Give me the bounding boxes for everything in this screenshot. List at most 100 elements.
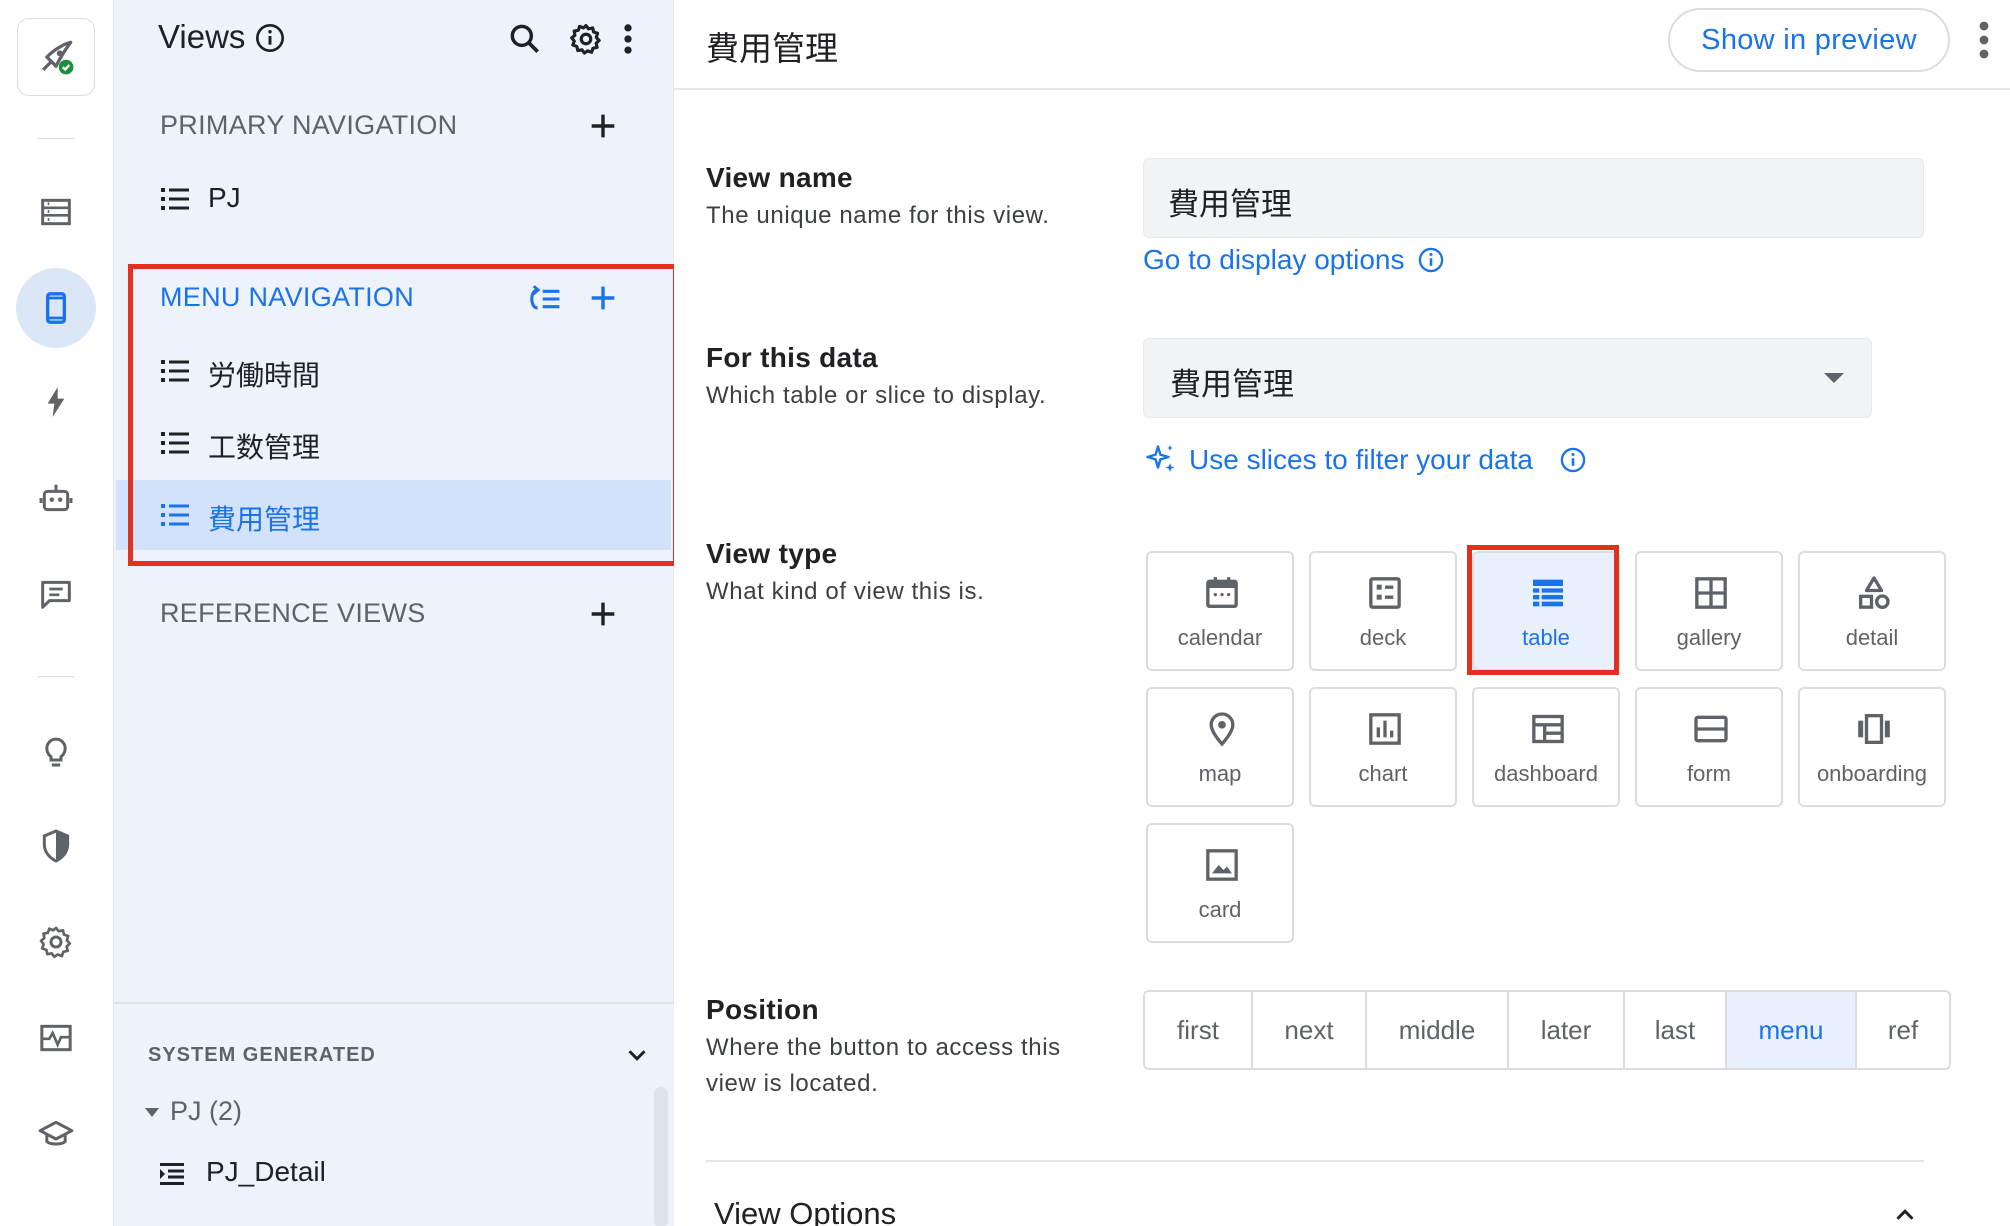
view-type-label: map	[1198, 761, 1242, 786]
search-icon[interactable]	[506, 20, 544, 58]
info-icon[interactable]	[254, 22, 286, 54]
dropdown-caret-icon	[1824, 373, 1844, 383]
view-name-input[interactable]: 費用管理	[1143, 158, 1924, 238]
view-type-dashboard[interactable]: dashboard	[1472, 687, 1620, 807]
rail-settings-button[interactable]	[16, 902, 96, 982]
rail-data-button[interactable]	[16, 172, 96, 252]
view-type-gallery[interactable]: gallery	[1635, 551, 1783, 671]
views-panel: Views PRIMARY NAVIGATION PJ MENU NAVIGAT…	[114, 0, 678, 1226]
nav-item-pj[interactable]: PJ	[116, 164, 671, 234]
position-title: Position	[706, 994, 819, 1025]
rail-chat-button[interactable]	[16, 554, 96, 634]
rail-divider	[38, 138, 74, 139]
for-this-data-desc: Which table or slice to display.	[706, 382, 1047, 409]
rail-bot-button[interactable]	[16, 458, 96, 538]
deck-icon	[1369, 577, 1401, 609]
editor-title: 費用管理	[706, 30, 838, 67]
add-reference-view-icon[interactable]	[586, 597, 620, 631]
calendar-icon	[1206, 577, 1238, 608]
chevron-up-icon[interactable]	[1890, 1200, 1920, 1226]
views-panel-header: Views	[114, 0, 674, 80]
rail-automation-button[interactable]	[16, 362, 96, 442]
system-item-label: PJ_Detail	[206, 1156, 326, 1187]
system-generated-label: SYSTEM GENERATED	[148, 1044, 376, 1066]
rail-divider	[38, 676, 74, 677]
view-type-label: gallery	[1676, 625, 1742, 650]
rail-learn-button[interactable]	[16, 1094, 96, 1174]
more-vert-icon[interactable]	[1974, 20, 1994, 60]
position-next[interactable]: next	[1253, 992, 1367, 1068]
detail-list-icon	[160, 1163, 184, 1185]
view-type-label: chart	[1358, 761, 1408, 786]
map-pin-icon	[1209, 712, 1235, 747]
editor-topbar: 費用管理 Show in preview	[674, 0, 2010, 90]
view-type-chart[interactable]: chart	[1309, 687, 1457, 807]
phone-views-icon	[46, 292, 66, 324]
views-panel-title: Views	[158, 18, 246, 55]
view-type-onboarding[interactable]: onboarding	[1798, 687, 1946, 807]
system-tree-pj[interactable]: PJ (2)	[130, 1094, 530, 1134]
bolt-icon	[47, 387, 65, 417]
position-middle[interactable]: middle	[1367, 992, 1509, 1068]
for-this-data-title: For this data	[706, 342, 878, 373]
gear-icon[interactable]	[567, 20, 605, 58]
view-type-label: onboarding	[1816, 761, 1928, 786]
carousel-icon	[1858, 714, 1890, 744]
link-label: Go to display options	[1143, 244, 1405, 275]
data-source-select[interactable]: 費用管理	[1143, 338, 1872, 418]
position-first[interactable]: first	[1145, 992, 1253, 1068]
rail-ideas-button[interactable]	[16, 710, 96, 790]
view-type-calendar[interactable]: calendar	[1146, 551, 1294, 671]
nav-item-label: PJ	[208, 182, 241, 213]
view-options-title[interactable]: View Options	[714, 1196, 896, 1226]
position-later[interactable]: later	[1509, 992, 1625, 1068]
view-type-detail[interactable]: detail	[1798, 551, 1946, 671]
view-type-card[interactable]: card	[1146, 823, 1294, 943]
image-card-icon	[1206, 849, 1238, 881]
system-tree-label: PJ (2)	[170, 1096, 243, 1126]
bot-icon	[39, 484, 73, 512]
info-icon[interactable]	[1417, 246, 1445, 274]
rail-monitor-button[interactable]	[16, 998, 96, 1078]
go-to-display-options-link[interactable]: Go to display options	[1143, 244, 1445, 276]
gallery-grid-icon	[1695, 577, 1727, 609]
view-name-desc: The unique name for this view.	[706, 202, 1050, 229]
view-type-map[interactable]: map	[1146, 687, 1294, 807]
monitor-pulse-icon	[40, 1024, 72, 1052]
view-editor: 費用管理 Show in preview View name The uniqu…	[674, 0, 2010, 1226]
panel-scrollbar[interactable]	[654, 1087, 668, 1226]
use-slices-link[interactable]: Use slices to filter your data	[1143, 442, 1587, 478]
view-type-title: View type	[706, 538, 838, 569]
menu-navigation-highlight	[128, 264, 678, 566]
position-segmented-control: first next middle later last menu ref	[1143, 990, 1951, 1070]
view-type-form[interactable]: form	[1635, 687, 1783, 807]
system-generated-section: SYSTEM GENERATED PJ (2) PJ_Detail	[114, 1002, 674, 1226]
section-divider	[706, 1160, 1924, 1162]
list-icon	[161, 188, 189, 210]
reference-views-label: REFERENCE VIEWS	[160, 598, 426, 628]
view-name-value: 費用管理	[1168, 187, 1292, 222]
view-type-label: calendar	[1177, 625, 1263, 650]
position-menu[interactable]: menu	[1727, 992, 1857, 1068]
info-icon[interactable]	[1559, 446, 1587, 474]
chevron-down-icon[interactable]	[622, 1040, 652, 1070]
view-type-label: form	[1687, 761, 1731, 786]
rail-views-button[interactable]	[16, 268, 96, 348]
rocket-icon	[41, 40, 74, 75]
primary-navigation-label: PRIMARY NAVIGATION	[160, 110, 458, 140]
more-vert-icon[interactable]	[616, 20, 640, 58]
add-primary-view-icon[interactable]	[586, 109, 620, 143]
position-last[interactable]: last	[1625, 992, 1727, 1068]
rail-security-button[interactable]	[16, 806, 96, 886]
app-logo[interactable]	[17, 18, 95, 96]
data-source-value: 費用管理	[1170, 367, 1294, 402]
shapes-icon	[1859, 576, 1890, 610]
position-ref[interactable]: ref	[1857, 992, 1949, 1068]
data-icon	[41, 198, 71, 226]
show-in-preview-button[interactable]: Show in preview	[1668, 8, 1950, 72]
shield-icon	[42, 829, 70, 863]
view-type-deck[interactable]: deck	[1309, 551, 1457, 671]
link-label: Use slices to filter your data	[1189, 444, 1533, 475]
system-item-pj-detail[interactable]: PJ_Detail	[158, 1154, 558, 1194]
view-type-label: dashboard	[1494, 761, 1598, 786]
